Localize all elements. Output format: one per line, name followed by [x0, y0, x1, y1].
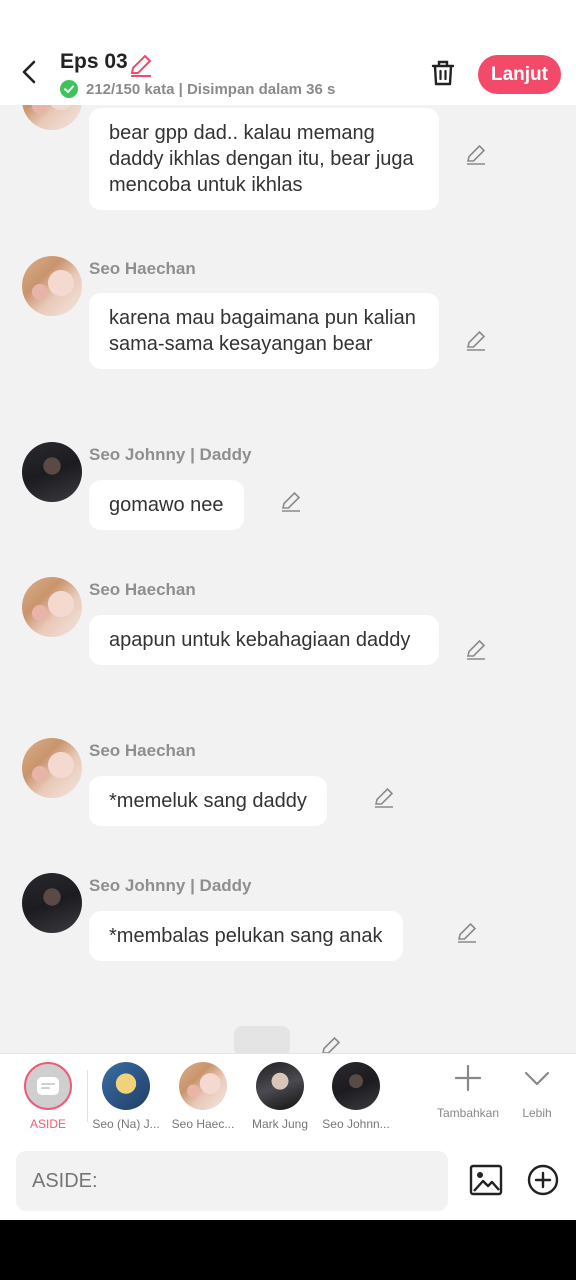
chat-editor-screen: Eps 03 212/150 kata | Disimpan dalam 36 … — [0, 0, 576, 1220]
pencil-icon[interactable] — [279, 489, 303, 513]
message-bubble[interactable]: *memeluk sang daddy — [89, 776, 327, 826]
add-label: Tambahkan — [436, 1106, 500, 1120]
add-character-button[interactable]: Tambahkan — [432, 1064, 504, 1120]
sender-name: Seo Johnny | Daddy — [89, 876, 252, 895]
sender-name: Seo Haechan — [89, 741, 196, 760]
character-bar: ASIDE Seo (Na) J... Seo Haec... Mark Jun… — [0, 1053, 576, 1141]
message-bubble[interactable]: *membalas pelukan sang anak — [89, 911, 403, 961]
message-input[interactable] — [16, 1151, 448, 1211]
sender-name: Seo Haechan — [89, 580, 196, 599]
pencil-icon[interactable] — [455, 920, 479, 944]
divider — [87, 1070, 88, 1122]
character-label: ASIDE — [29, 1117, 66, 1131]
sender-name: Seo Haechan — [89, 259, 196, 278]
check-icon — [60, 80, 78, 98]
back-button[interactable] — [14, 56, 46, 88]
pencil-icon[interactable] — [372, 785, 396, 809]
avatar — [102, 1062, 150, 1110]
trash-icon[interactable] — [428, 58, 458, 88]
character-item[interactable]: Seo Johnn... — [320, 1062, 392, 1131]
plus-icon — [454, 1064, 482, 1092]
note-icon — [37, 1077, 59, 1095]
character-item[interactable]: Seo Haec... — [167, 1062, 239, 1131]
avatar[interactable] — [22, 738, 82, 798]
pencil-icon[interactable] — [464, 637, 488, 661]
add-circle-icon[interactable] — [526, 1163, 560, 1197]
image-icon[interactable] — [469, 1163, 503, 1197]
message-bubble-partial[interactable] — [234, 1026, 290, 1056]
character-label: Seo (Na) J... — [92, 1117, 160, 1131]
pencil-icon[interactable] — [464, 142, 488, 166]
avatar — [179, 1062, 227, 1110]
character-aside[interactable]: ASIDE — [12, 1062, 84, 1131]
avatar — [332, 1062, 380, 1110]
avatar[interactable] — [22, 256, 82, 316]
chevron-down-icon — [524, 1071, 550, 1086]
pencil-icon[interactable] — [464, 328, 488, 352]
sender-name: Seo Johnny | Daddy — [89, 445, 252, 464]
episode-title[interactable]: Eps 03 — [60, 50, 128, 74]
aside-avatar — [24, 1062, 72, 1110]
next-button[interactable]: Lanjut — [478, 55, 561, 94]
top-bar: Eps 03 212/150 kata | Disimpan dalam 36 … — [0, 0, 576, 105]
message-bubble[interactable]: karena mau bagaimana pun kalian sama-sam… — [89, 293, 439, 369]
avatar[interactable] — [22, 442, 82, 502]
chevron-left-icon — [22, 60, 36, 84]
avatar — [256, 1062, 304, 1110]
pencil-icon[interactable] — [128, 52, 154, 78]
avatar[interactable] — [22, 577, 82, 637]
character-item[interactable]: Mark Jung — [244, 1062, 316, 1131]
avatar[interactable] — [22, 873, 82, 933]
more-label: Lebih — [522, 1106, 552, 1120]
message-bubble[interactable]: gomawo nee — [89, 480, 244, 530]
message-bubble[interactable]: bear gpp dad.. kalau memang daddy ikhlas… — [89, 108, 439, 210]
character-label: Seo Johnn... — [322, 1117, 390, 1131]
more-button[interactable]: Lebih — [511, 1064, 563, 1120]
character-label: Seo Haec... — [171, 1117, 235, 1131]
character-label: Mark Jung — [251, 1117, 309, 1131]
composer-bar — [0, 1141, 576, 1220]
message-bubble[interactable]: apapun untuk kebahagiaan daddy — [89, 615, 439, 665]
character-item[interactable]: Seo (Na) J... — [90, 1062, 162, 1131]
save-status: 212/150 kata | Disimpan dalam 36 s — [60, 80, 335, 98]
word-count-status: 212/150 kata | Disimpan dalam 36 s — [86, 80, 336, 98]
